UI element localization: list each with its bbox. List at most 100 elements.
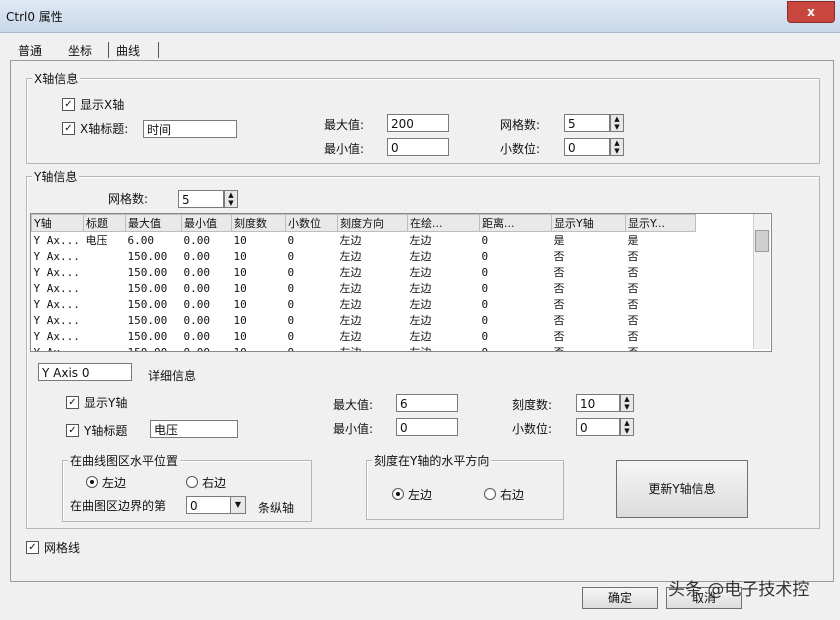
h-position-left-radio[interactable] <box>86 476 98 488</box>
column-header[interactable]: 在绘... <box>407 214 480 232</box>
window-title: Ctrl0 属性 <box>6 10 63 24</box>
tab-general[interactable]: 普通 <box>18 42 42 60</box>
table-cell: 是 <box>553 234 565 247</box>
x-decimals-label: 小数位: <box>500 142 541 156</box>
x-grid-input[interactable]: 5 <box>564 114 610 132</box>
y-decimals-spinner[interactable]: ▲ ▼ <box>620 418 634 436</box>
table-cell: 0 <box>481 329 489 343</box>
border-axis-select[interactable]: 0 <box>186 496 232 514</box>
table-cell: 10 <box>233 329 247 343</box>
x-decimals-spinner[interactable]: ▲ ▼ <box>610 138 624 156</box>
h-position-right-label: 右边 <box>202 476 227 490</box>
table-cell: 0.00 <box>183 313 211 327</box>
y-min-label: 最小值: <box>333 422 374 436</box>
table-row[interactable]: Y Ax...150.000.00100左边左边0否否 <box>32 344 696 352</box>
tick-direction-left-radio[interactable] <box>392 488 404 500</box>
table-cell: 6.00 <box>127 233 155 247</box>
table-row[interactable]: Y Ax... 电压 6.00 0.00 10 0 左边 左边 0 是 是 <box>32 232 696 249</box>
close-button[interactable]: x <box>787 1 835 23</box>
column-header[interactable]: 标题 <box>83 214 126 232</box>
table-cell: 10 <box>233 297 247 311</box>
show-y-axis-label: 显示Y轴 <box>84 396 128 410</box>
table-cell: 否 <box>627 282 639 295</box>
gridline-label: 网格线 <box>44 541 81 555</box>
y-min-input[interactable]: 0 <box>396 418 458 436</box>
table-row[interactable]: Y Ax...150.000.00100左边左边0否否 <box>32 280 696 296</box>
table-cell: Y Ax... <box>33 249 80 263</box>
table-cell: 左边 <box>339 282 362 295</box>
table-cell: 0 <box>481 249 489 263</box>
column-header[interactable]: 小数位 <box>285 214 338 232</box>
table-cell: 10 <box>233 345 247 352</box>
table-cell: 0.00 <box>183 345 211 352</box>
column-header[interactable]: 刻度方向 <box>337 214 408 232</box>
column-header[interactable]: 最小值 <box>181 214 232 232</box>
table-cell: 左边 <box>409 330 432 343</box>
y-ticks-input[interactable]: 10 <box>576 394 620 412</box>
table-row[interactable]: Y Ax...150.000.00100左边左边0否否 <box>32 248 696 264</box>
gridline-checkbox[interactable]: ✓ <box>26 541 39 554</box>
y-axis-title-input[interactable]: 电压 <box>150 420 238 438</box>
table-cell <box>84 344 126 351</box>
update-y-axis-button[interactable]: 更新Y轴信息 <box>616 460 748 518</box>
table-cell: 0 <box>287 329 295 343</box>
table-cell: Y Ax... <box>33 281 80 295</box>
table-row[interactable]: Y Ax...150.000.00100左边左边0否否 <box>32 312 696 328</box>
y-max-label: 最大值: <box>333 398 374 412</box>
h-position-group-title: 在曲线图区水平位置 <box>68 452 181 469</box>
column-header[interactable]: 距离... <box>479 214 552 232</box>
y-grid-spinner[interactable]: ▲ ▼ <box>224 190 238 208</box>
selected-axis-name: Y Axis 0 <box>38 363 132 381</box>
table-cell: 0.00 <box>183 329 211 343</box>
table-row[interactable]: Y Ax...150.000.00100左边左边0否否 <box>32 328 696 344</box>
scrollbar-thumb[interactable] <box>755 230 769 252</box>
show-x-axis-checkbox[interactable]: ✓ <box>62 98 75 111</box>
column-header[interactable]: 显示Y轴 <box>551 214 626 232</box>
table-cell: 0.00 <box>183 281 211 295</box>
table-cell: 左边 <box>339 314 362 327</box>
chevron-down-icon[interactable]: ▼ <box>230 496 246 514</box>
tick-direction-group-title: 刻度在Y轴的水平方向 <box>372 452 492 469</box>
table-row[interactable]: Y Ax...150.000.00100左边左边0否否 <box>32 264 696 280</box>
x-axis-title-checkbox[interactable]: ✓ <box>62 122 75 135</box>
table-cell <box>84 328 126 344</box>
column-header[interactable]: 刻度数 <box>231 214 286 232</box>
tab-axes[interactable]: 坐标 <box>68 42 92 60</box>
x-decimals-input[interactable]: 0 <box>564 138 610 156</box>
table-cell: 左边 <box>409 298 432 311</box>
x-axis-title-input[interactable]: 时间 <box>143 120 237 138</box>
tick-direction-right-radio[interactable] <box>484 488 496 500</box>
tab-divider <box>108 42 109 58</box>
show-y-axis-checkbox[interactable]: ✓ <box>66 396 79 409</box>
column-header[interactable]: 显示Y... <box>625 214 696 232</box>
y-axis-table[interactable]: Y轴 标题 最大值 最小值 刻度数 小数位 刻度方向 在绘... 距离... 显示Y轴 显示Y...… <box>30 213 772 352</box>
table-row[interactable]: Y Ax...150.000.00100左边左边0否否 <box>32 296 696 312</box>
ok-button[interactable]: 确定 <box>582 587 658 609</box>
y-grid-input[interactable]: 5 <box>178 190 224 208</box>
y-axis-title-checkbox[interactable]: ✓ <box>66 424 79 437</box>
table-scrollbar[interactable] <box>753 214 770 349</box>
x-max-input[interactable]: 200 <box>387 114 449 132</box>
column-header[interactable]: 最大值 <box>125 214 182 232</box>
table-cell: 否 <box>553 330 565 343</box>
table-cell: 0 <box>481 313 489 327</box>
column-header[interactable]: Y轴 <box>31 214 84 232</box>
table-cell: 左边 <box>409 250 432 263</box>
h-position-right-radio[interactable] <box>186 476 198 488</box>
x-min-input[interactable]: 0 <box>387 138 449 156</box>
table-cell: 150.00 <box>127 249 168 263</box>
x-axis-group-title: X轴信息 <box>32 70 81 87</box>
table-cell: 0 <box>481 281 489 295</box>
y-decimals-input[interactable]: 0 <box>576 418 620 436</box>
table-cell: 是 <box>627 234 639 247</box>
table-cell: 150.00 <box>127 297 168 311</box>
table-cell: 否 <box>553 266 565 279</box>
y-ticks-spinner[interactable]: ▲ ▼ <box>620 394 634 412</box>
table-cell: 否 <box>553 250 565 263</box>
tab-curve[interactable]: 曲线 <box>116 42 140 60</box>
x-axis-title-label: X轴标题: <box>80 122 129 136</box>
y-axis-title-label: Y轴标题 <box>84 424 128 438</box>
table-cell: 0 <box>287 233 295 247</box>
x-grid-spinner[interactable]: ▲ ▼ <box>610 114 624 132</box>
y-max-input[interactable]: 6 <box>396 394 458 412</box>
